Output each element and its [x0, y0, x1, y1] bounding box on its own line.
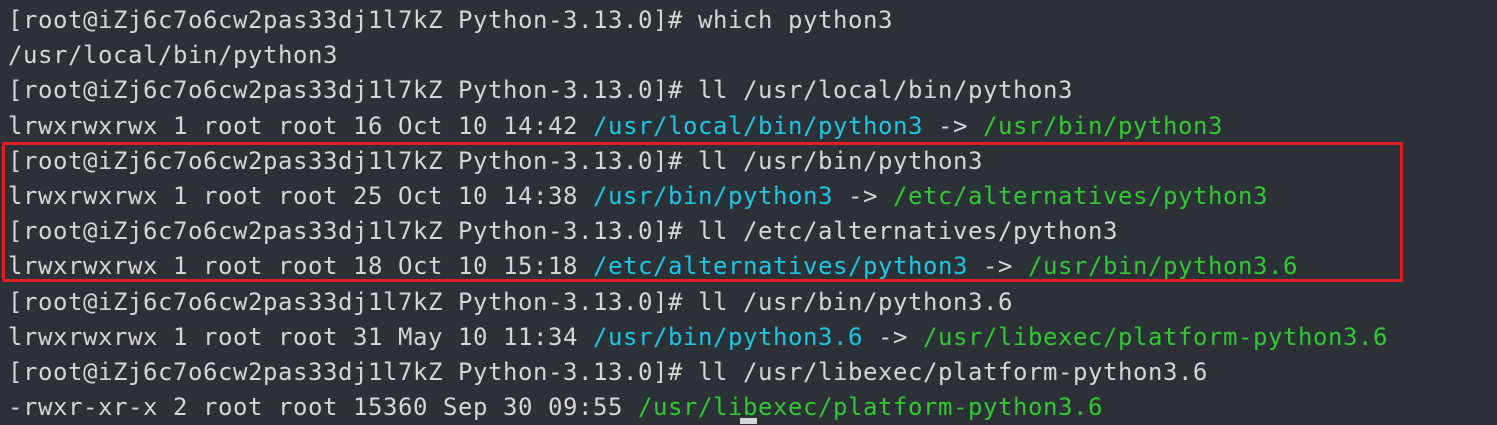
terminal-line: [root@iZj6c7o6cw2pas33dj1l7kZ Python-3.1…	[8, 355, 1388, 390]
link-target-path: /usr/bin/python3	[982, 111, 1223, 140]
link-target-path: /usr/libexec/platform-python3.6	[922, 322, 1388, 351]
terminal-text: [root@iZj6c7o6cw2pas33dj1l7kZ Python-3.1…	[8, 287, 1013, 316]
terminal-text: [root@iZj6c7o6cw2pas33dj1l7kZ Python-3.1…	[8, 76, 1073, 105]
terminal-text: [root@iZj6c7o6cw2pas33dj1l7kZ Python-3.1…	[8, 357, 1208, 386]
terminal-text: lrwxrwxrwx 1 root root 31 May 10 11:34	[8, 322, 593, 351]
terminal-text: ->	[922, 111, 983, 140]
symlink-path: /usr/bin/python3.6	[592, 322, 863, 351]
terminal-line: [root@iZj6c7o6cw2pas33dj1l7kZ Python-3.1…	[8, 3, 1388, 38]
terminal-text: ->	[862, 322, 923, 351]
terminal-line: [root@iZj6c7o6cw2pas33dj1l7kZ Python-3.1…	[8, 73, 1388, 108]
terminal-text: [root@iZj6c7o6cw2pas33dj1l7kZ Python-3.1…	[8, 6, 893, 34]
link-target-path: /usr/libexec/platform-python3.6	[637, 393, 1103, 422]
symlink-path: /usr/local/bin/python3	[592, 111, 923, 140]
terminal-text: lrwxrwxrwx 1 root root 16 Oct 10 14:42	[8, 111, 593, 140]
terminal-text: -rwxr-xr-x 2 root root 15360 Sep 30 09:5…	[8, 393, 638, 422]
text-cursor	[740, 418, 757, 424]
terminal-text: /usr/local/bin/python3	[8, 41, 338, 70]
terminal-line: [root@iZj6c7o6cw2pas33dj1l7kZ Python-3.1…	[8, 285, 1388, 320]
terminal-line: lrwxrwxrwx 1 root root 16 Oct 10 14:42 /…	[8, 109, 1388, 144]
terminal-line: /usr/local/bin/python3	[8, 38, 1388, 73]
terminal-line: -rwxr-xr-x 2 root root 15360 Sep 30 09:5…	[8, 390, 1388, 425]
highlight-annotation-box	[2, 142, 1403, 282]
terminal-line: lrwxrwxrwx 1 root root 31 May 10 11:34 /…	[8, 320, 1388, 355]
terminal-window[interactable]: [root@iZj6c7o6cw2pas33dj1l7kZ Python-3.1…	[0, 0, 1497, 424]
